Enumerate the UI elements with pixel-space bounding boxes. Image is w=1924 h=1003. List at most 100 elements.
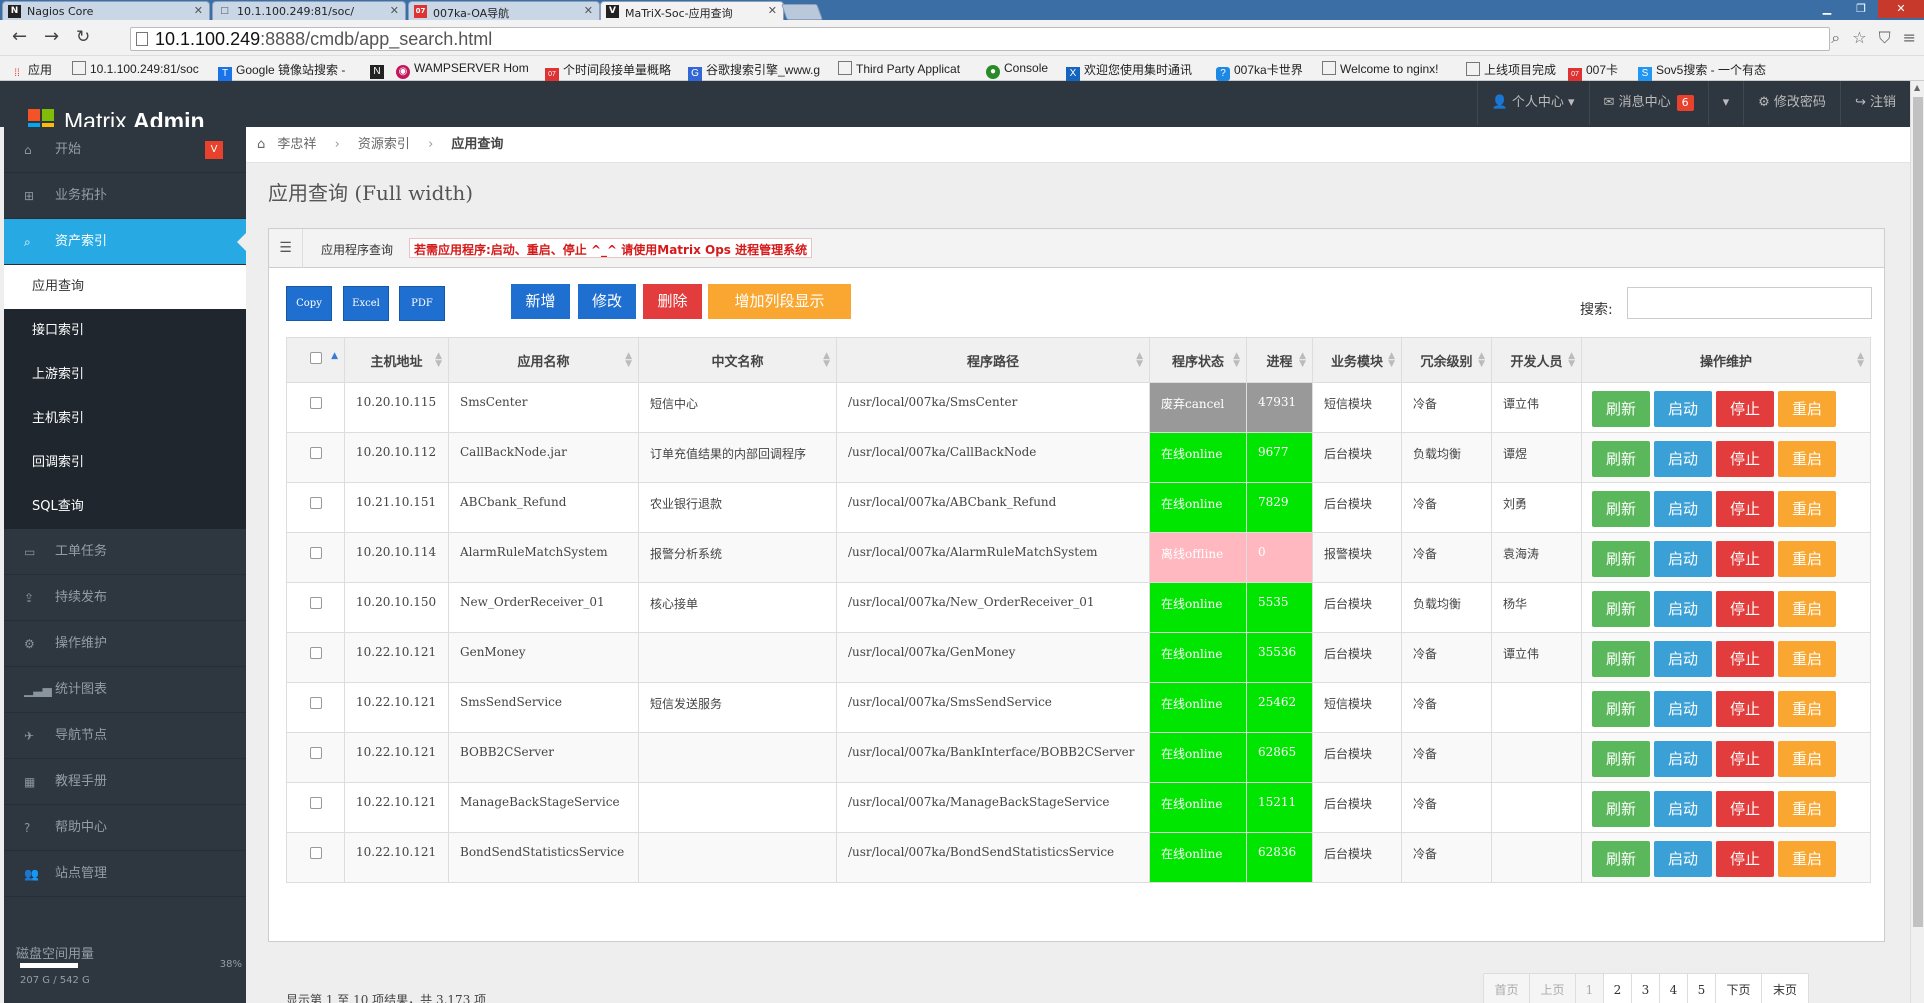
col-host[interactable]: 主机地址 ▲ ▼ (344, 337, 449, 383)
sidebar-item-asset-index[interactable]: ⌕ 资产索引 (4, 219, 246, 265)
page-prev[interactable]: 上页 (1530, 974, 1576, 1003)
table-row[interactable]: 10.22.10.121 BOBB2CServer/usr/local/007ka… (286, 732, 1871, 783)
copy-button[interactable]: Copy (286, 286, 332, 321)
col-module[interactable]: 业务模块 ▲ ▼ (1312, 337, 1402, 383)
restart-button[interactable]: 重启 (1778, 691, 1836, 727)
refresh-button[interactable]: 刷新 (1592, 741, 1650, 777)
stop-button[interactable]: 停止 (1716, 391, 1774, 427)
row-checkbox[interactable] (309, 697, 322, 709)
minimize-icon[interactable]: ▁ (1810, 0, 1844, 18)
page-1[interactable]: 1 (1576, 974, 1604, 1003)
col-pid[interactable]: 进程 ▲ ▼ (1246, 337, 1313, 383)
sidebar-item-work-orders[interactable]: ▭ 工单任务 (4, 529, 246, 575)
excel-button[interactable]: Excel (343, 286, 389, 321)
close-tab-icon[interactable]: ✕ (768, 4, 777, 17)
sidebar-subitem-upstream-index[interactable]: 上游索引 (4, 353, 246, 397)
restart-button[interactable]: 重启 (1778, 541, 1836, 577)
sidebar-subitem-interface-index[interactable]: 接口索引 (4, 309, 246, 353)
search-input[interactable] (1627, 287, 1872, 319)
row-checkbox[interactable] (309, 447, 322, 459)
browser-tab-oa[interactable]: 07 007ka-OA导航 ✕ (408, 1, 600, 20)
col-app-name[interactable]: 应用名称 ▲ ▼ (448, 337, 639, 383)
refresh-button[interactable]: 刷新 (1592, 691, 1650, 727)
bookmark-item[interactable]: ? 007ka卡世界 (1216, 61, 1303, 81)
sidebar-subitem-sql-query[interactable]: SQL查询 (4, 485, 246, 529)
add-column-button[interactable]: 增加列段显示 (708, 284, 851, 319)
table-row[interactable]: 10.22.10.121 GenMoney/usr/local/007ka/Gen… (286, 632, 1871, 683)
stop-button[interactable]: 停止 (1716, 491, 1774, 527)
home-icon[interactable]: ⌂ (257, 137, 265, 152)
breadcrumb-resource-index[interactable]: 资源索引 (358, 137, 410, 152)
refresh-button[interactable]: 刷新 (1592, 391, 1650, 427)
stop-button[interactable]: 停止 (1716, 641, 1774, 677)
bookmark-item[interactable]: T Google 镜像站搜索 - (218, 61, 345, 81)
row-checkbox[interactable] (309, 747, 322, 759)
browser-tab-soc[interactable]: □ 10.1.100.249:81/soc/ ✕ (212, 1, 406, 20)
sidebar-item-nav-nodes[interactable]: ✈ 导航节点 (4, 713, 246, 759)
bookmark-item[interactable]: G 谷歌搜索引擎_www.g (688, 61, 820, 81)
page-next[interactable]: 下页 (1716, 974, 1762, 1003)
new-tab-button[interactable] (781, 4, 823, 20)
close-tab-icon[interactable]: ✕ (390, 4, 399, 17)
sidebar-item-charts[interactable]: ▁▃▅ 统计图表 (4, 667, 246, 713)
bookmark-item[interactable]: ● Console (986, 61, 1048, 79)
breadcrumb-user[interactable]: 李忠祥 (277, 137, 316, 152)
sidebar-subitem-callback-index[interactable]: 回调索引 (4, 441, 246, 485)
sidebar-item-site-admin[interactable]: 👥 站点管理 (4, 851, 246, 897)
stop-button[interactable]: 停止 (1716, 841, 1774, 877)
change-password-link[interactable]: ⚙ 修改密码 (1743, 81, 1840, 125)
table-row[interactable]: 10.20.10.114 AlarmRuleMatchSystem 报警分析系统/u… (286, 532, 1871, 583)
restore-icon[interactable]: ❐ (1844, 0, 1878, 18)
sidebar-item-ops[interactable]: ⚙ 操作维护 (4, 621, 246, 667)
restart-button[interactable]: 重启 (1778, 841, 1836, 877)
page-3[interactable]: 3 (1632, 974, 1660, 1003)
start-button[interactable]: 启动 (1654, 641, 1712, 677)
close-tab-icon[interactable]: ✕ (194, 4, 203, 17)
table-row[interactable]: 10.21.10.151 ABCbank_Refund 农业银行退款/usr/loc… (286, 482, 1871, 533)
bookmark-star-icon[interactable]: ☆ (1852, 28, 1866, 48)
stop-button[interactable]: 停止 (1716, 591, 1774, 627)
sidebar-item-help[interactable]: ? 帮助中心 (4, 805, 246, 851)
select-all-checkbox[interactable] (309, 352, 322, 364)
close-tab-icon[interactable]: ✕ (584, 4, 593, 17)
stop-button[interactable]: 停止 (1716, 741, 1774, 777)
sidebar-item-continuous-release[interactable]: ⇪ 持续发布 (4, 575, 246, 621)
col-cn-name[interactable]: 中文名称 ▲ ▼ (638, 337, 837, 383)
table-row[interactable]: 10.22.10.121 ManageBackStageService/usr/l… (286, 782, 1871, 833)
bookmark-apps[interactable]: ⁞⁞ 应用 (10, 61, 52, 81)
bookmark-item[interactable]: S Sov5搜索 - 一个有态 (1638, 61, 1766, 81)
col-developer[interactable]: 开发人员 ▲ ▼ (1491, 337, 1582, 383)
stop-button[interactable]: 停止 (1716, 441, 1774, 477)
sidebar-subitem-host-index[interactable]: 主机索引 (4, 397, 246, 441)
table-row[interactable]: 10.22.10.121 SmsSendService 短信发送服务/usr/loc… (286, 682, 1871, 733)
row-checkbox[interactable] (309, 547, 322, 559)
row-checkbox[interactable] (309, 397, 322, 409)
bookmark-item[interactable]: N (370, 61, 388, 79)
forward-icon[interactable]: → (44, 28, 59, 46)
row-checkbox[interactable] (309, 497, 322, 509)
page-scrollbar[interactable]: ▲ (1910, 81, 1924, 1003)
start-button[interactable]: 启动 (1654, 541, 1712, 577)
restart-button[interactable]: 重启 (1778, 641, 1836, 677)
page-2[interactable]: 2 (1604, 974, 1632, 1003)
stop-button[interactable]: 停止 (1716, 541, 1774, 577)
select-all-header[interactable]: ▲ (286, 337, 345, 383)
col-redundancy[interactable]: 冗余级别 ▲ ▼ (1401, 337, 1492, 383)
refresh-button[interactable]: 刷新 (1592, 841, 1650, 877)
start-button[interactable]: 启动 (1654, 691, 1712, 727)
add-button[interactable]: 新增 (511, 284, 570, 319)
sidebar-item-tutorials[interactable]: ▦ 教程手册 (4, 759, 246, 805)
start-button[interactable]: 启动 (1654, 441, 1712, 477)
delete-button[interactable]: 删除 (643, 284, 702, 319)
pdf-button[interactable]: PDF (399, 286, 445, 321)
reload-icon[interactable]: ↻ (76, 28, 90, 46)
row-checkbox[interactable] (309, 847, 322, 859)
col-path[interactable]: 程序路径 ▲ ▼ (836, 337, 1150, 383)
start-button[interactable]: 启动 (1654, 491, 1712, 527)
messages-dropdown-toggle[interactable]: ▾ (1707, 81, 1744, 125)
browser-tab-matrix[interactable]: V MaTriX-Soc-应用查询 ✕ (600, 1, 784, 20)
table-row[interactable]: 10.20.10.115 SmsCenter 短信中心/usr/local/007k… (286, 382, 1871, 433)
scrollbar-thumb[interactable] (1913, 97, 1923, 927)
edit-button[interactable]: 修改 (578, 284, 636, 319)
row-checkbox[interactable] (309, 597, 322, 609)
